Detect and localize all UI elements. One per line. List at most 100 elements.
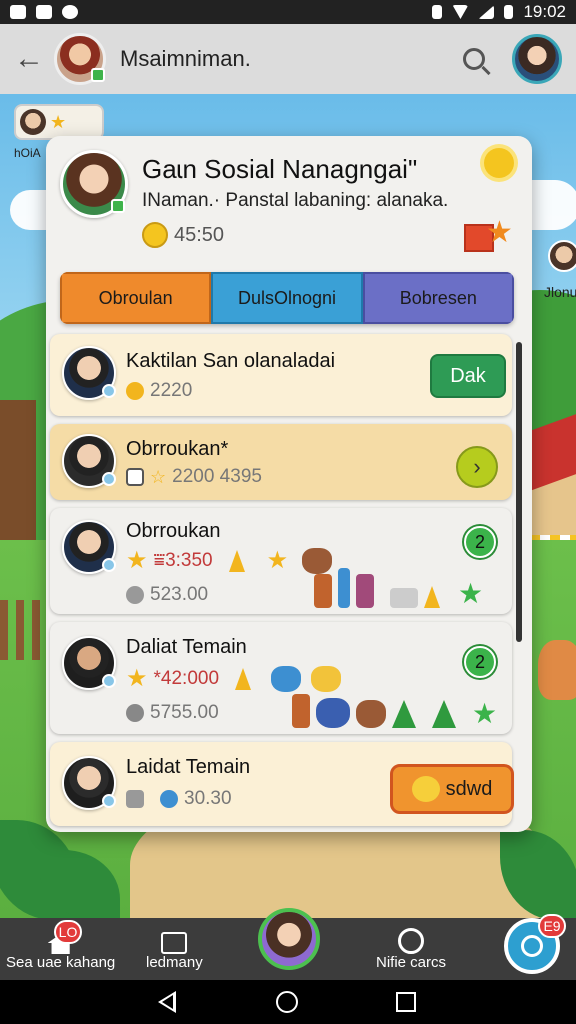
wifi-icon (452, 5, 469, 19)
online-badge (111, 199, 125, 213)
fab-badge: E9 (538, 914, 566, 938)
star-icon: ★ (50, 111, 67, 132)
tree-icon (392, 700, 416, 728)
list-item[interactable]: Kaktilan San olanaladai 2220 Dak (50, 334, 512, 416)
friend-avatar-right[interactable] (548, 240, 576, 272)
next-button[interactable]: › (456, 446, 498, 488)
friend-name: Obrroukan (126, 520, 221, 542)
status-dot (102, 384, 116, 398)
signal-icon (478, 5, 495, 19)
stat-value: 523.00 (150, 584, 209, 605)
panel-title: Gaɩn Sosial Nanagngai" (142, 154, 418, 184)
star-icon: ★ (486, 216, 513, 249)
nav-friends[interactable]: ledmany (146, 926, 203, 971)
message-icon (126, 468, 144, 486)
item-shelf: ★ (314, 568, 483, 608)
stat-value: 2220 (150, 380, 193, 401)
back-arrow-icon[interactable]: ← (14, 42, 54, 76)
tab-bobresen[interactable]: Bobresen (362, 272, 514, 324)
friend-name: Kaktilan San olanaladai (126, 350, 336, 372)
points-value: 45:50 (174, 223, 225, 246)
yellow-cat-icon (311, 665, 342, 692)
search-button[interactable] (456, 41, 492, 77)
friend-stat: ★ *42:000 (126, 664, 342, 693)
blue-cat-icon (271, 665, 302, 692)
cone-icon (424, 586, 440, 608)
friend-avatar (20, 109, 46, 135)
status-bar: 19:02 (0, 0, 576, 24)
green-star-icon: ★ (458, 578, 484, 609)
center-profile-avatar[interactable] (258, 908, 320, 970)
level-badge: 2 (464, 526, 496, 558)
frame-icon (161, 932, 188, 954)
green-star-icon: ★ (472, 698, 498, 729)
bear-icon (356, 700, 386, 728)
star-icon: ★ (126, 665, 148, 692)
friend-stat-secondary: 5755.00 (126, 702, 219, 724)
status-dot (102, 794, 116, 808)
fence (0, 600, 50, 660)
tab-obroulan[interactable]: Obroulan (60, 272, 212, 324)
tree-icon (432, 700, 456, 728)
jar-icon (292, 694, 310, 728)
friend-stat-secondary: 523.00 (126, 584, 208, 606)
stat-value: 5755.00 (150, 702, 219, 723)
item-shelf: ★ (292, 694, 497, 728)
friend-avatar (62, 520, 116, 574)
dak-button[interactable]: Dak (430, 354, 506, 398)
link-icon (126, 704, 144, 722)
sdwd-button[interactable]: sdwd (390, 764, 514, 814)
dog-character (538, 640, 576, 700)
list-item[interactable]: Laidat Temain 30.30 sdwd (50, 742, 514, 826)
nav-chat[interactable]: Nifie carcs (376, 926, 446, 971)
gift-icon[interactable]: ★ (464, 216, 513, 252)
search-icon (463, 48, 485, 70)
system-home-icon[interactable] (276, 991, 298, 1013)
panel-subtitle: INaman.· Panstal labaning: alanaka. (142, 190, 449, 211)
chat-bubble-icon (126, 382, 144, 400)
friend-avatar (62, 434, 116, 488)
profile-avatar[interactable] (512, 34, 562, 84)
status-dot (102, 472, 116, 486)
user-avatar[interactable] (54, 33, 106, 85)
tab-dulsolnogni[interactable]: DulsOlnogni (211, 272, 363, 324)
status-dot (102, 674, 116, 688)
shell-icon (126, 586, 144, 604)
bottle-icon (338, 568, 350, 608)
list-item[interactable]: Obrroukan* ☆ 2200 4395 › (50, 424, 512, 500)
system-recents-icon[interactable] (396, 992, 416, 1012)
notification-icon (36, 5, 52, 19)
friend-name: Laidat Temain (126, 756, 251, 778)
friend-stat: 30.30 (126, 788, 232, 810)
list-item[interactable]: Obrroukan ★ ⩸3:350 ★ 523.00 2 ★ (50, 508, 512, 614)
scrollbar[interactable] (516, 342, 522, 642)
friend-list: Kaktilan San olanaladai 2220 Dak Obrrouk… (50, 334, 516, 826)
friend-label-left: hOiA (14, 146, 41, 160)
panel-header: Gaɩn Sosial Nanagngai" INaman.· Panstal … (46, 136, 532, 266)
jar-icon (356, 574, 374, 608)
system-back-icon[interactable] (158, 991, 176, 1013)
player-avatar[interactable] (60, 150, 128, 218)
stat-value: *42:000 (153, 667, 220, 689)
system-nav-bar (0, 980, 576, 1024)
stat-value: 30.30 (184, 788, 232, 809)
notification-icon (10, 5, 26, 19)
nav-friends-label: ledmany (146, 954, 203, 971)
app-bar: ← Msaimniman. (0, 24, 576, 94)
blue-cat-icon (316, 698, 350, 728)
vibrate-icon (432, 5, 443, 19)
tab-bar: Obroulan DulsOlnogni Bobresen (60, 272, 514, 324)
list-item[interactable]: Daliat Temain ★ *42:000 5755.00 2 ★ (50, 622, 512, 734)
friend-stat: ★ ⩸3:350 ★ (126, 546, 333, 575)
star-icon: ☆ (150, 466, 167, 487)
friend-stat: 2220 (126, 380, 192, 402)
sun-icon[interactable] (484, 148, 514, 178)
cone-icon (235, 667, 252, 690)
sdwd-label: sdwd (445, 777, 493, 800)
level-badge: 2 (464, 646, 496, 678)
friend-bubble-left[interactable]: ★ (14, 104, 104, 140)
points-display: 45:50 (142, 222, 224, 248)
friend-avatar (62, 636, 116, 690)
coin-icon (142, 222, 168, 248)
app-title: Msaimniman. (120, 46, 251, 71)
